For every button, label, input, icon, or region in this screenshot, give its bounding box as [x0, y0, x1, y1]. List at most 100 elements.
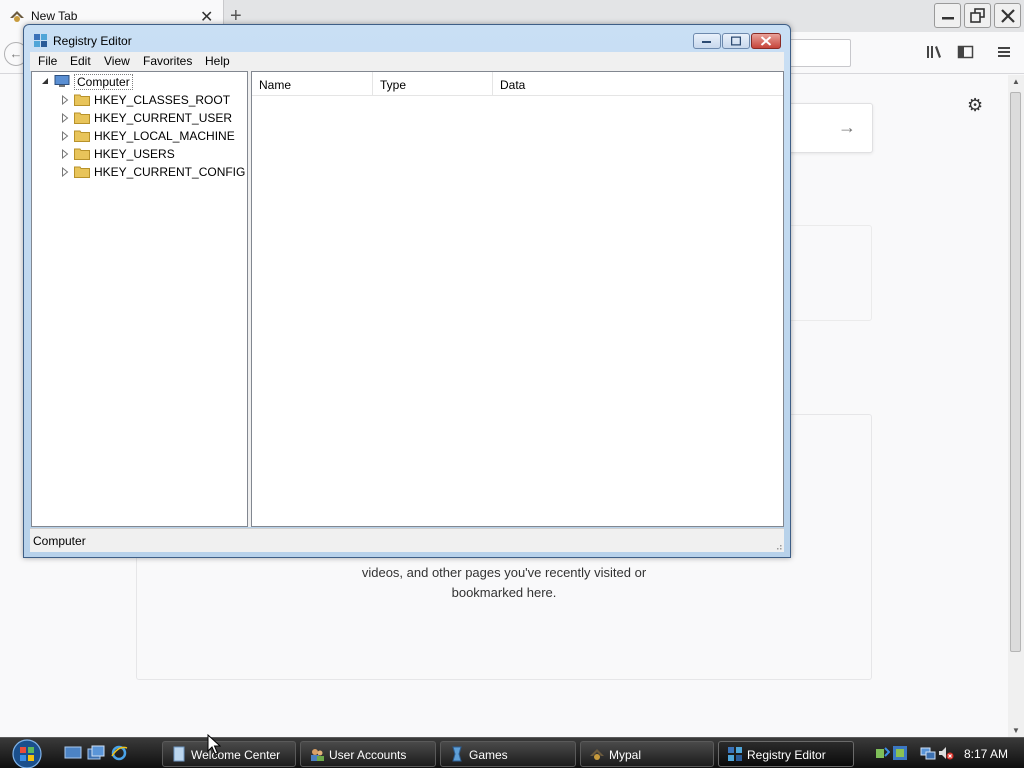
network-icon[interactable]	[920, 745, 936, 761]
page-scrollbar[interactable]: ▲ ▼	[1008, 75, 1024, 737]
top-sites-card	[780, 225, 872, 321]
registry-tree[interactable]: Computer HKEY_CLASSES_ROOT HKEY_CURRENT_…	[31, 71, 248, 527]
tree-label: HKEY_CURRENT_CONFIG	[94, 165, 246, 179]
minimize-icon	[942, 17, 954, 20]
volume-muted-icon[interactable]	[938, 745, 954, 761]
task-label: User Accounts	[329, 748, 407, 762]
tree-item-hkey-current-user[interactable]: HKEY_CURRENT_USER	[32, 109, 247, 127]
expand-arrow-icon[interactable]	[61, 167, 69, 177]
tree-label-computer: Computer	[74, 74, 133, 90]
status-text: Computer	[33, 534, 86, 548]
welcome-center-icon	[173, 746, 185, 762]
folder-icon	[74, 130, 90, 142]
menu-favorites[interactable]: Favorites	[143, 54, 192, 68]
clock[interactable]: 8:17 AM	[964, 747, 1008, 761]
close-icon	[760, 36, 772, 46]
taskbar: Welcome Center User Accounts Games Mypal…	[0, 737, 1024, 768]
maximize-button[interactable]	[722, 33, 750, 49]
expand-arrow-icon[interactable]	[61, 131, 69, 141]
tab-title: New Tab	[31, 9, 78, 23]
task-mypal[interactable]: Mypal	[580, 741, 714, 767]
folder-icon	[74, 94, 90, 106]
scrollbar-thumb[interactable]	[1010, 92, 1021, 652]
registry-editor-window: Registry Editor File Edit View Favorites…	[23, 24, 791, 558]
browser-restore-button[interactable]	[964, 3, 991, 28]
tree-label: HKEY_CLASSES_ROOT	[94, 93, 231, 107]
collapse-arrow-icon[interactable]	[41, 77, 49, 87]
resize-grip-icon[interactable]	[774, 542, 782, 550]
column-label: Type	[380, 78, 407, 92]
values-list[interactable]: Name Type Data	[251, 71, 784, 527]
back-arrow-icon: ←	[9, 46, 23, 61]
column-label: Data	[500, 78, 526, 92]
column-header-name[interactable]: Name	[252, 72, 373, 96]
start-button[interactable]	[6, 738, 48, 768]
mouse-cursor-icon	[207, 734, 221, 755]
column-header-data[interactable]: Data	[493, 72, 783, 96]
tree-item-hkey-current-config[interactable]: HKEY_CURRENT_CONFIG	[32, 163, 247, 181]
tree-item-computer[interactable]: Computer	[32, 73, 247, 91]
gear-icon[interactable]: ⚙	[967, 95, 983, 116]
minimize-icon	[702, 41, 711, 43]
registry-editor-icon	[34, 34, 47, 47]
task-registry-editor[interactable]: Registry Editor	[718, 741, 854, 767]
expand-arrow-icon[interactable]	[61, 113, 69, 123]
task-label: Registry Editor	[747, 748, 826, 762]
maximize-icon	[731, 36, 741, 46]
column-label: Name	[259, 78, 292, 92]
menu-file[interactable]: File	[38, 54, 57, 68]
task-label: Welcome Center	[191, 748, 281, 762]
tree-label: HKEY_CURRENT_USER	[94, 111, 233, 125]
task-games[interactable]: Games	[440, 741, 576, 767]
window-title: Registry Editor	[53, 34, 132, 48]
tree-item-hkey-users[interactable]: HKEY_USERS	[32, 145, 247, 163]
menu-bar: File Edit View Favorites Help	[30, 52, 784, 71]
computer-icon	[54, 75, 70, 87]
library-icon[interactable]	[926, 44, 944, 60]
task-welcome-center[interactable]: Welcome Center	[162, 741, 296, 767]
column-header-type[interactable]: Type	[373, 72, 493, 96]
games-icon	[452, 746, 462, 762]
status-bar: Computer	[30, 528, 784, 552]
title-bar[interactable]: Registry Editor	[24, 25, 790, 53]
highlights-message-line-1: videos, and other pages you've recently …	[361, 565, 647, 580]
internet-explorer-icon[interactable]	[110, 745, 128, 761]
close-icon	[1001, 9, 1015, 23]
browser-minimize-button[interactable]	[934, 3, 961, 28]
windows-defender-icon[interactable]	[892, 745, 908, 761]
switch-windows-icon[interactable]	[87, 745, 105, 761]
task-label: Games	[469, 748, 508, 762]
highlights-empty-message: videos, and other pages you've recently …	[137, 563, 871, 603]
folder-icon	[74, 112, 90, 124]
notification-area: 8:17 AM	[868, 740, 1024, 768]
mypal-icon	[10, 11, 24, 22]
tree-label: HKEY_USERS	[94, 147, 175, 161]
tree-item-hkey-classes-root[interactable]: HKEY_CLASSES_ROOT	[32, 91, 247, 109]
menu-icon[interactable]	[996, 44, 1012, 60]
arrow-right-icon[interactable]: →	[838, 117, 856, 138]
folder-icon	[74, 148, 90, 160]
show-desktop-icon[interactable]	[64, 745, 82, 761]
menu-help[interactable]: Help	[205, 54, 230, 68]
highlights-message-line-2: bookmarked here.	[451, 585, 557, 600]
close-button[interactable]	[751, 33, 781, 49]
menu-view[interactable]: View	[104, 54, 130, 68]
expand-arrow-icon[interactable]	[61, 95, 69, 105]
task-label: Mypal	[609, 748, 642, 762]
mypal-icon	[590, 749, 604, 760]
user-accounts-icon	[311, 749, 324, 761]
scroll-up-arrow-icon[interactable]: ▲	[1012, 77, 1020, 86]
folder-icon	[74, 166, 90, 178]
minimize-button[interactable]	[693, 33, 721, 49]
tree-label: HKEY_LOCAL_MACHINE	[94, 129, 235, 143]
list-header: Name Type Data	[252, 72, 783, 96]
safely-remove-hardware-icon[interactable]	[874, 745, 890, 761]
restore-icon	[970, 8, 985, 23]
menu-edit[interactable]: Edit	[70, 54, 91, 68]
tree-item-hkey-local-machine[interactable]: HKEY_LOCAL_MACHINE	[32, 127, 247, 145]
sidebar-icon[interactable]	[957, 44, 975, 60]
browser-close-button[interactable]	[994, 3, 1021, 28]
task-user-accounts[interactable]: User Accounts	[300, 741, 436, 767]
scroll-down-arrow-icon[interactable]: ▼	[1012, 726, 1020, 735]
expand-arrow-icon[interactable]	[61, 149, 69, 159]
